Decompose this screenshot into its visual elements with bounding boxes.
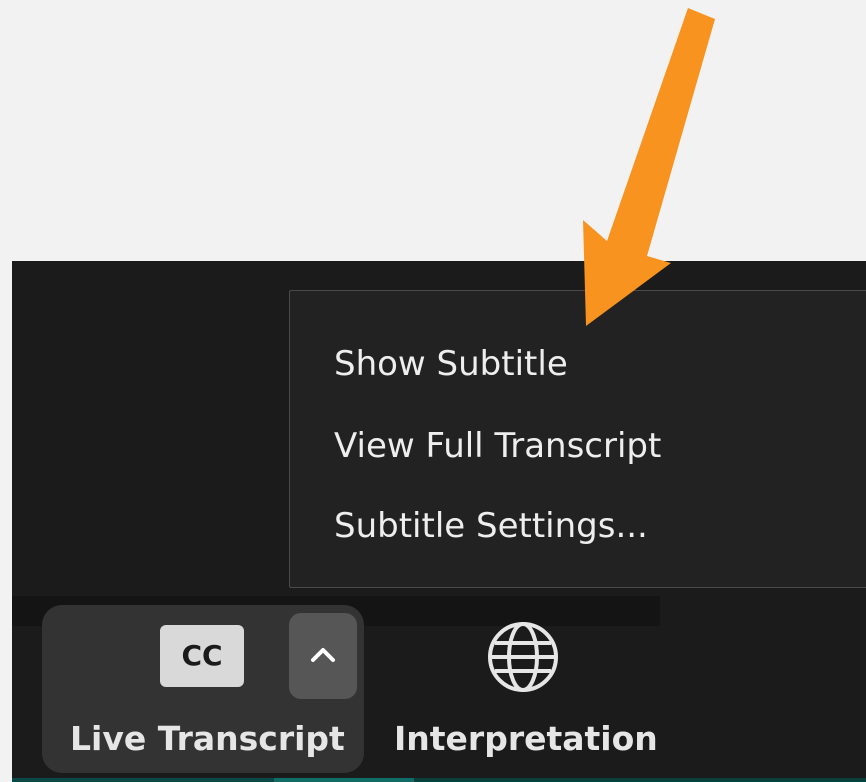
menu-item-show-subtitle[interactable]: Show Subtitle	[334, 335, 568, 393]
globe-icon	[488, 622, 558, 692]
video-strip-edge	[12, 778, 282, 782]
video-strip-edge	[414, 778, 866, 782]
closed-caption-icon: CC	[160, 625, 244, 687]
menu-item-view-full-transcript[interactable]: View Full Transcript	[334, 417, 661, 475]
video-strip-edge	[274, 778, 414, 782]
live-transcript-menu: Show Subtitle View Full Transcript Subti…	[289, 290, 866, 588]
live-transcript-label: Live Transcript	[70, 719, 345, 758]
chevron-up-icon	[311, 648, 335, 662]
menu-item-subtitle-settings[interactable]: Subtitle Settings...	[334, 497, 648, 555]
interpretation-label: Interpretation	[394, 719, 658, 758]
live-transcript-options-button[interactable]	[289, 613, 357, 699]
